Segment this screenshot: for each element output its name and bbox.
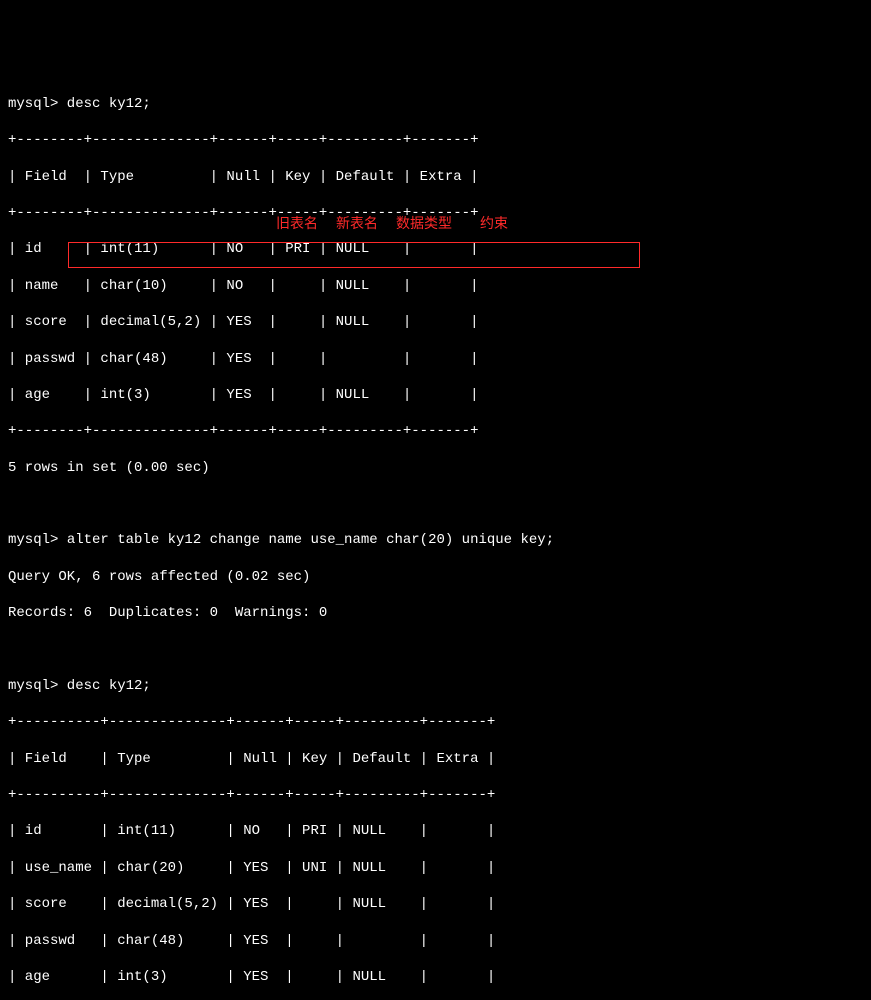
mysql-prompt-alter[interactable]: mysql> alter table ky12 change name use_… [8,531,863,549]
blank-line [8,641,863,659]
annotation-constraint: 约束 [480,214,508,232]
table2-header: | Field | Type | Null | Key | Default | … [8,750,863,768]
table1-row: | score | decimal(5,2) | YES | | NULL | … [8,313,863,331]
table1-sep-bot: +--------+--------------+------+-----+--… [8,422,863,440]
table1-row: | id | int(11) | NO | PRI | NULL | | [8,240,863,258]
blank-line [8,495,863,513]
table2-row: | use_name | char(20) | YES | UNI | NULL… [8,859,863,877]
table1-row: | name | char(10) | NO | | NULL | | [8,277,863,295]
mysql-prompt-desc2[interactable]: mysql> desc ky12; [8,677,863,695]
annotation-data-type: 数据类型 [396,214,452,232]
table2-sep-top: +----------+--------------+------+-----+… [8,713,863,731]
mysql-prompt-desc1[interactable]: mysql> desc ky12; [8,95,863,113]
table2-row: | id | int(11) | NO | PRI | NULL | | [8,822,863,840]
table1-header: | Field | Type | Null | Key | Default | … [8,168,863,186]
query-ok-line: Query OK, 6 rows affected (0.02 sec) [8,568,863,586]
prompt-prefix: mysql> [8,532,67,548]
annotation-old-name: 旧表名 [276,214,318,232]
result-rows1: 5 rows in set (0.00 sec) [8,459,863,477]
records-line: Records: 6 Duplicates: 0 Warnings: 0 [8,604,863,622]
table2-row: | passwd | char(48) | YES | | | | [8,932,863,950]
terminal-container: { "prompt1": "mysql> desc ky12;", "table… [8,22,863,1000]
table2-row: | score | decimal(5,2) | YES | | NULL | … [8,895,863,913]
table2-sep-mid: +----------+--------------+------+-----+… [8,786,863,804]
annotation-new-name: 新表名 [336,214,378,232]
alter-command: alter table ky12 change name use_name ch… [67,532,554,548]
table2-row: | age | int(3) | YES | | NULL | | [8,968,863,986]
table1-sep-top: +--------+--------------+------+-----+--… [8,131,863,149]
table1-row: | age | int(3) | YES | | NULL | | [8,386,863,404]
table1-row: | passwd | char(48) | YES | | | | [8,350,863,368]
